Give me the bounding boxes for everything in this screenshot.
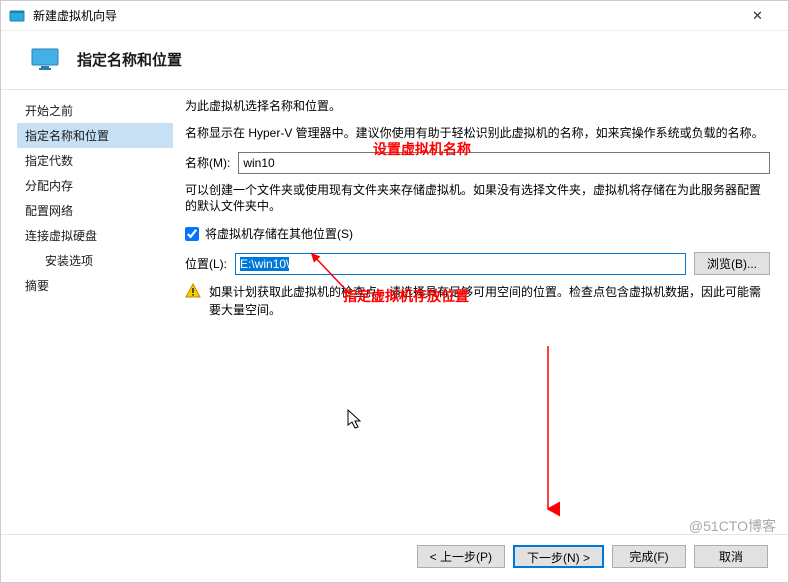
location-input[interactable]: E:\win10\ bbox=[235, 253, 686, 275]
store-elsewhere-row: 将虚拟机存储在其他位置(S) bbox=[185, 225, 770, 242]
warning-icon bbox=[185, 283, 201, 299]
wizard-header: 指定名称和位置 bbox=[1, 31, 788, 89]
step-network[interactable]: 配置网络 bbox=[17, 198, 173, 223]
location-label: 位置(L): bbox=[185, 255, 227, 272]
next-button[interactable]: 下一步(N) > bbox=[513, 545, 604, 568]
location-row: 位置(L): E:\win10\ 浏览(B)... bbox=[185, 252, 770, 275]
finish-button[interactable]: 完成(F) bbox=[612, 545, 686, 568]
window-title: 新建虚拟机向导 bbox=[33, 7, 117, 24]
step-memory[interactable]: 分配内存 bbox=[17, 173, 173, 198]
window-close-button[interactable]: ✕ bbox=[735, 1, 780, 31]
store-elsewhere-checkbox[interactable] bbox=[185, 227, 199, 241]
step-summary[interactable]: 摘要 bbox=[17, 273, 173, 298]
monitor-icon bbox=[31, 47, 59, 71]
page-heading: 指定名称和位置 bbox=[77, 49, 182, 70]
wizard-content: 为此虚拟机选择名称和位置。 名称显示在 Hyper-V 管理器中。建议你使用有助… bbox=[173, 89, 788, 499]
name-label: 名称(M): bbox=[185, 154, 230, 171]
prev-button[interactable]: < 上一步(P) bbox=[417, 545, 505, 568]
step-install-options[interactable]: 安装选项 bbox=[17, 248, 173, 273]
step-name-location[interactable]: 指定名称和位置 bbox=[17, 123, 173, 148]
close-icon: ✕ bbox=[752, 8, 763, 24]
watermark: @51CTO博客 bbox=[689, 516, 776, 536]
store-elsewhere-label[interactable]: 将虚拟机存储在其他位置(S) bbox=[205, 225, 353, 242]
folder-hint-text: 可以创建一个文件夹或使用现有文件夹来存储虚拟机。如果没有选择文件夹，虚拟机将存储… bbox=[185, 182, 770, 216]
app-icon bbox=[9, 8, 25, 24]
intro-text: 为此虚拟机选择名称和位置。 bbox=[185, 98, 770, 115]
location-value-selected: E:\win10\ bbox=[240, 257, 289, 271]
vm-name-input[interactable] bbox=[238, 152, 770, 174]
warning-text: 如果计划获取此虚拟机的检查点，请选择具有足够可用空间的位置。检查点包含虚拟机数据… bbox=[209, 283, 770, 319]
step-vhd[interactable]: 连接虚拟硬盘 bbox=[17, 223, 173, 248]
name-row: 名称(M): bbox=[185, 152, 770, 174]
titlebar: 新建虚拟机向导 ✕ bbox=[1, 1, 788, 31]
browse-button[interactable]: 浏览(B)... bbox=[694, 252, 770, 275]
desc-text: 名称显示在 Hyper-V 管理器中。建议你使用有助于轻松识别此虚拟机的名称，如… bbox=[185, 125, 770, 142]
wizard-steps-sidebar: 开始之前 指定名称和位置 指定代数 分配内存 配置网络 连接虚拟硬盘 安装选项 … bbox=[1, 89, 173, 499]
step-before-begin[interactable]: 开始之前 bbox=[17, 98, 173, 123]
wizard-body: 开始之前 指定名称和位置 指定代数 分配内存 配置网络 连接虚拟硬盘 安装选项 … bbox=[1, 89, 788, 499]
wizard-footer: < 上一步(P) 下一步(N) > 完成(F) 取消 bbox=[1, 534, 788, 582]
step-generation[interactable]: 指定代数 bbox=[17, 148, 173, 173]
warning-row: 如果计划获取此虚拟机的检查点，请选择具有足够可用空间的位置。检查点包含虚拟机数据… bbox=[185, 283, 770, 319]
cancel-button[interactable]: 取消 bbox=[694, 545, 768, 568]
